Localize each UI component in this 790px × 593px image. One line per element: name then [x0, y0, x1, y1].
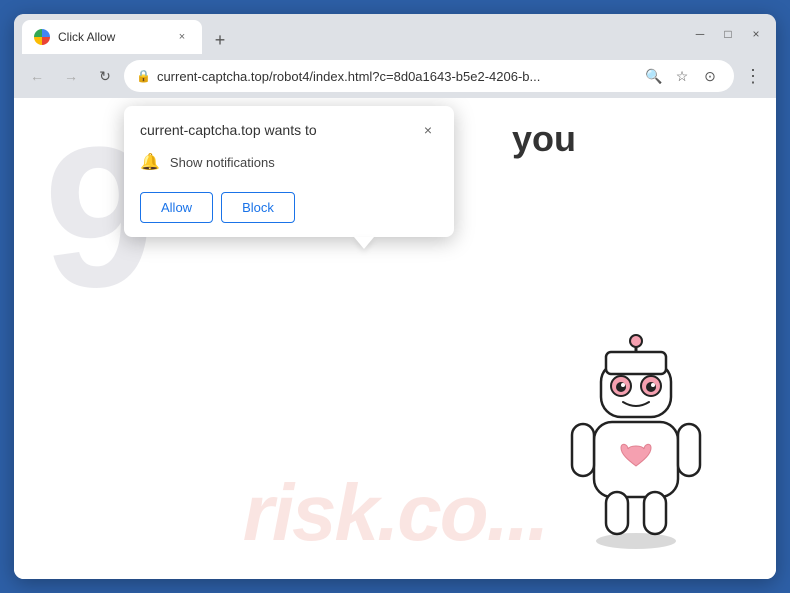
bell-icon: 🔔: [140, 152, 160, 172]
profile-icon: ⊙: [704, 68, 716, 85]
block-button[interactable]: Block: [221, 192, 295, 223]
content-area: 9 you risk.co...: [14, 98, 776, 579]
search-icon: 🔍: [645, 68, 662, 85]
menu-dots-icon: ⋮: [744, 66, 762, 87]
page-background: 9 you risk.co...: [14, 98, 776, 579]
new-tab-button[interactable]: +: [206, 26, 234, 54]
maximize-icon: □: [724, 27, 731, 41]
back-arrow-icon: ←: [30, 68, 44, 84]
minimize-button[interactable]: ─: [688, 22, 712, 46]
allow-button[interactable]: Allow: [140, 192, 213, 223]
window-controls: ─ □ ×: [688, 22, 768, 46]
star-icon: ☆: [676, 68, 689, 85]
tab-area: Click Allow × +: [22, 14, 676, 54]
maximize-button[interactable]: □: [716, 22, 740, 46]
browser-window: Click Allow × + ─ □ × ← → ↻: [14, 14, 776, 579]
popup-tail: [354, 237, 374, 249]
address-bar[interactable]: 🔒 current-captcha.top/robot4/index.html?…: [124, 60, 734, 92]
popup-title-text: current-captcha.top wants to: [140, 122, 317, 138]
refresh-button[interactable]: ↻: [90, 61, 120, 91]
active-tab[interactable]: Click Allow ×: [22, 20, 202, 54]
refresh-icon: ↻: [99, 68, 111, 85]
tab-close-button[interactable]: ×: [174, 29, 190, 45]
search-icon-button[interactable]: 🔍: [642, 64, 666, 88]
close-icon: ×: [752, 27, 759, 41]
profile-button[interactable]: ⊙: [698, 64, 722, 88]
url-text: current-captcha.top/robot4/index.html?c=…: [157, 69, 636, 84]
popup-close-button[interactable]: ×: [418, 120, 438, 140]
robot-image: [556, 334, 716, 559]
forward-arrow-icon: →: [64, 68, 78, 84]
back-button[interactable]: ←: [22, 61, 52, 91]
popup-header: current-captcha.top wants to ×: [124, 106, 454, 148]
popup-actions: Allow Block: [124, 184, 454, 237]
popup-notification-row: 🔔 Show notifications: [124, 148, 454, 184]
close-window-button[interactable]: ×: [744, 22, 768, 46]
tab-title: Click Allow: [58, 30, 166, 44]
lock-icon: 🔒: [136, 69, 151, 83]
notification-popup: current-captcha.top wants to × 🔔 Show no…: [124, 106, 454, 237]
title-bar: Click Allow × + ─ □ ×: [14, 14, 776, 54]
browser-menu-button[interactable]: ⋮: [738, 61, 768, 91]
you-text: you: [512, 118, 576, 160]
forward-button[interactable]: →: [56, 61, 86, 91]
nav-bar: ← → ↻ 🔒 current-captcha.top/robot4/index…: [14, 54, 776, 98]
tab-favicon: [34, 29, 50, 45]
notification-text: Show notifications: [170, 155, 275, 170]
address-action-icons: 🔍 ☆ ⊙: [642, 64, 722, 88]
minimize-icon: ─: [696, 27, 705, 41]
bookmark-button[interactable]: ☆: [670, 64, 694, 88]
